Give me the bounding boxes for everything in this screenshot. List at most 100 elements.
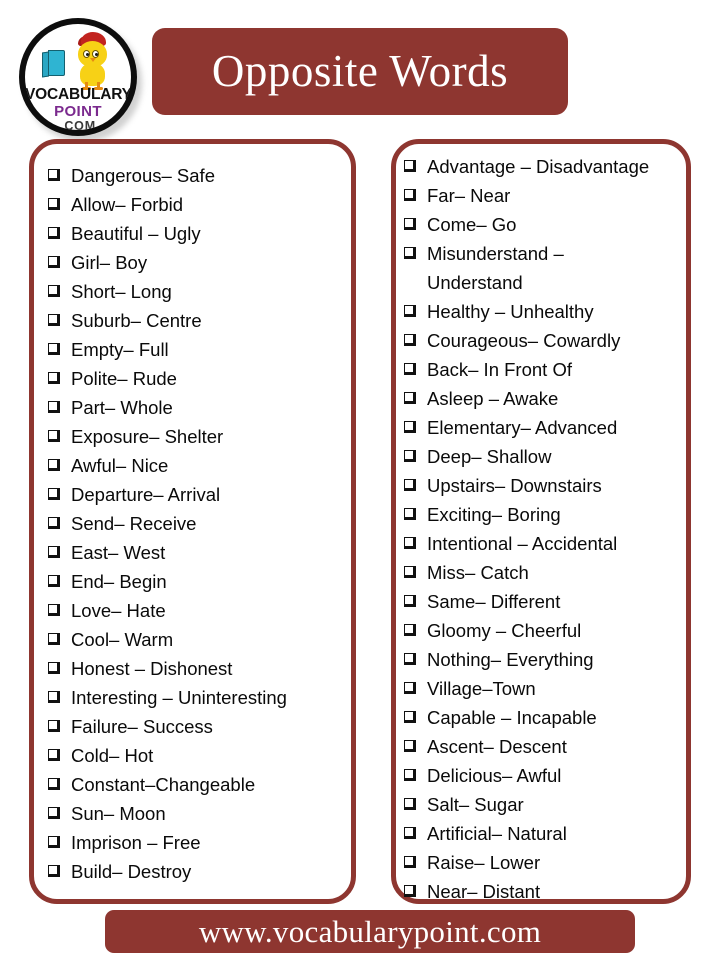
checkbox-icon[interactable]: [404, 740, 416, 752]
list-item[interactable]: Deep– Shallow: [404, 442, 686, 471]
list-item[interactable]: Ascent– Descent: [404, 732, 686, 761]
checkbox-icon[interactable]: [48, 169, 60, 181]
checkbox-icon[interactable]: [404, 653, 416, 665]
checkbox-icon[interactable]: [48, 401, 60, 413]
checkbox-icon[interactable]: [48, 604, 60, 616]
list-item[interactable]: Dangerous– Safe: [48, 161, 351, 190]
list-item[interactable]: Failure– Success: [48, 712, 351, 741]
list-item[interactable]: Courageous– Cowardly: [404, 326, 686, 355]
list-item[interactable]: Girl– Boy: [48, 248, 351, 277]
list-item[interactable]: Nothing– Everything: [404, 645, 686, 674]
checkbox-icon[interactable]: [48, 314, 60, 326]
list-item[interactable]: Artificial– Natural: [404, 819, 686, 848]
list-item[interactable]: Build– Destroy: [48, 857, 351, 886]
list-item[interactable]: Upstairs– Downstairs: [404, 471, 686, 500]
list-item[interactable]: Suburb– Centre: [48, 306, 351, 335]
checkbox-icon[interactable]: [404, 711, 416, 723]
list-item[interactable]: East– West: [48, 538, 351, 567]
list-item[interactable]: Constant–Changeable: [48, 770, 351, 799]
list-item[interactable]: Same– Different: [404, 587, 686, 616]
checkbox-icon[interactable]: [404, 566, 416, 578]
checkbox-icon[interactable]: [404, 479, 416, 491]
checkbox-icon[interactable]: [404, 421, 416, 433]
list-item[interactable]: Village–Town: [404, 674, 686, 703]
checkbox-icon[interactable]: [404, 363, 416, 375]
checkbox-icon[interactable]: [404, 769, 416, 781]
checkbox-icon[interactable]: [48, 227, 60, 239]
list-item[interactable]: Delicious– Awful: [404, 761, 686, 790]
checkbox-icon[interactable]: [48, 459, 60, 471]
list-item[interactable]: Awful– Nice: [48, 451, 351, 480]
checkbox-icon[interactable]: [48, 749, 60, 761]
checkbox-icon[interactable]: [48, 865, 60, 877]
list-item[interactable]: Imprison – Free: [48, 828, 351, 857]
list-item[interactable]: Part– Whole: [48, 393, 351, 422]
checkbox-icon[interactable]: [404, 450, 416, 462]
list-item[interactable]: Misunderstand – Understand: [404, 239, 686, 297]
checkbox-icon[interactable]: [404, 798, 416, 810]
checkbox-icon[interactable]: [48, 662, 60, 674]
checkbox-icon[interactable]: [404, 218, 416, 230]
list-item[interactable]: Sun– Moon: [48, 799, 351, 828]
checkbox-icon[interactable]: [404, 856, 416, 868]
checkbox-icon[interactable]: [48, 488, 60, 500]
list-item[interactable]: Elementary– Advanced: [404, 413, 686, 442]
list-item[interactable]: Asleep – Awake: [404, 384, 686, 413]
list-item[interactable]: Short– Long: [48, 277, 351, 306]
checkbox-icon[interactable]: [404, 247, 416, 259]
list-item[interactable]: Polite– Rude: [48, 364, 351, 393]
list-item[interactable]: Exciting– Boring: [404, 500, 686, 529]
list-item[interactable]: Love– Hate: [48, 596, 351, 625]
checkbox-icon[interactable]: [48, 807, 60, 819]
checkbox-icon[interactable]: [48, 517, 60, 529]
list-item[interactable]: Back– In Front Of: [404, 355, 686, 384]
checkbox-icon[interactable]: [48, 778, 60, 790]
checkbox-icon[interactable]: [404, 682, 416, 694]
checkbox-icon[interactable]: [48, 575, 60, 587]
list-item[interactable]: Raise– Lower: [404, 848, 686, 877]
checkbox-icon[interactable]: [404, 334, 416, 346]
list-item[interactable]: Salt– Sugar: [404, 790, 686, 819]
list-item[interactable]: Departure– Arrival: [48, 480, 351, 509]
checkbox-icon[interactable]: [404, 827, 416, 839]
checkbox-icon[interactable]: [48, 836, 60, 848]
checkbox-icon[interactable]: [404, 305, 416, 317]
checkbox-icon[interactable]: [48, 198, 60, 210]
checkbox-icon[interactable]: [48, 546, 60, 558]
checkbox-icon[interactable]: [404, 508, 416, 520]
checkbox-icon[interactable]: [404, 392, 416, 404]
list-item[interactable]: Miss– Catch: [404, 558, 686, 587]
list-item[interactable]: Send– Receive: [48, 509, 351, 538]
list-item[interactable]: Healthy – Unhealthy: [404, 297, 686, 326]
list-item[interactable]: Advantage – Disadvantage: [404, 152, 686, 181]
checkbox-icon[interactable]: [404, 885, 416, 897]
list-item[interactable]: Empty– Full: [48, 335, 351, 364]
checkbox-icon[interactable]: [48, 256, 60, 268]
list-item[interactable]: Intentional – Accidental: [404, 529, 686, 558]
list-item[interactable]: Near– Distant: [404, 877, 686, 906]
checkbox-icon[interactable]: [404, 595, 416, 607]
checkbox-icon[interactable]: [48, 691, 60, 703]
checkbox-icon[interactable]: [48, 633, 60, 645]
checkbox-icon[interactable]: [404, 189, 416, 201]
list-item[interactable]: Capable – Incapable: [404, 703, 686, 732]
checkbox-icon[interactable]: [48, 285, 60, 297]
list-item[interactable]: Come– Go: [404, 210, 686, 239]
checkbox-icon[interactable]: [48, 430, 60, 442]
list-item[interactable]: Honest – Dishonest: [48, 654, 351, 683]
checkbox-icon[interactable]: [404, 624, 416, 636]
list-item[interactable]: Exposure– Shelter: [48, 422, 351, 451]
list-item[interactable]: Cold– Hot: [48, 741, 351, 770]
list-item[interactable]: Interesting – Uninteresting: [48, 683, 351, 712]
checkbox-icon[interactable]: [404, 537, 416, 549]
checkbox-icon[interactable]: [48, 372, 60, 384]
checkbox-icon[interactable]: [48, 720, 60, 732]
list-item[interactable]: End– Begin: [48, 567, 351, 596]
checkbox-icon[interactable]: [404, 160, 416, 172]
list-item[interactable]: Far– Near: [404, 181, 686, 210]
list-item[interactable]: Allow– Forbid: [48, 190, 351, 219]
list-item[interactable]: Beautiful – Ugly: [48, 219, 351, 248]
checkbox-icon[interactable]: [48, 343, 60, 355]
list-item[interactable]: Cool– Warm: [48, 625, 351, 654]
list-item[interactable]: Gloomy – Cheerful: [404, 616, 686, 645]
